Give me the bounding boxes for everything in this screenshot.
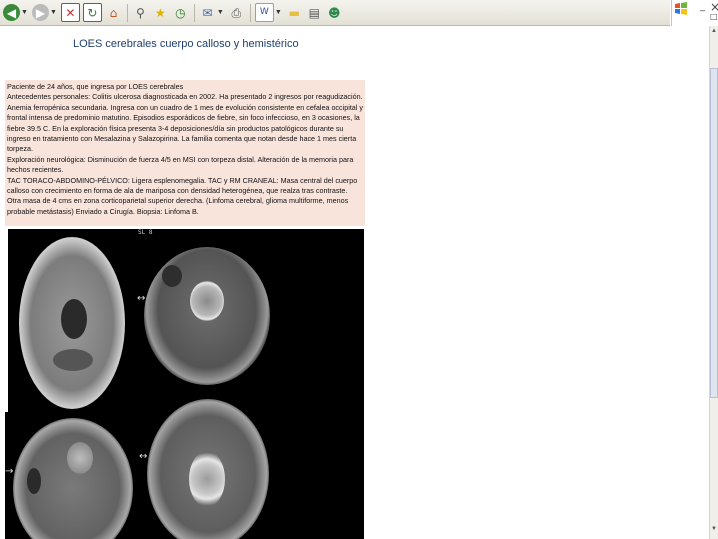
case-description: Paciente de 24 años, que ingresa por LOE… [5, 80, 365, 226]
windows-logo-area: _ × □ [671, 0, 718, 26]
scrollbar-thumb[interactable] [710, 68, 718, 398]
windows-flag-icon [675, 2, 687, 15]
back-icon[interactable]: ◀ [3, 4, 20, 21]
history-icon[interactable]: ◷ [172, 4, 189, 21]
messenger-icon[interactable]: ☻ [326, 4, 343, 21]
stop-icon[interactable]: ✕ [60, 3, 80, 22]
research-icon[interactable]: ▤ [306, 4, 323, 21]
edit-icon[interactable]: W [254, 3, 274, 22]
mail-dropdown-icon[interactable]: ▼ [217, 9, 224, 16]
scroll-up-icon[interactable]: ▲ [710, 28, 718, 38]
case-paragraph: Antecedentes personales: Colitis ulceros… [7, 92, 363, 154]
mri-axial-contrast-scan: → [5, 412, 137, 539]
search-icon[interactable]: ⚲ [132, 4, 149, 21]
back-dropdown-icon[interactable]: ▼ [21, 9, 28, 16]
print-icon[interactable]: ⎙ [228, 4, 245, 21]
case-paragraph: TAC TORACO-ABDOMINO-PÉLVICO: Ligera espl… [7, 175, 358, 216]
browser-toolbar: ◀ ▼ ▶ ▼ ✕ ↻ ⌂ ⚲ ★ ◷ ✉ ▼ ⎙ W ▼ ▬ ▤ ☻ [0, 0, 670, 26]
arrow-marker-icon: ↔ [137, 293, 146, 304]
forward-dropdown-icon[interactable]: ▼ [50, 9, 57, 16]
case-paragraph: Exploración neurológica: Disminución de … [7, 154, 354, 175]
forward-icon[interactable]: ▶ [31, 4, 49, 21]
slide-title: LOES cerebrales cuerpo calloso y hemisté… [73, 38, 299, 50]
favorites-icon[interactable]: ★ [152, 4, 169, 21]
arrow-marker-icon: → [5, 466, 14, 477]
toolbar-separator [249, 3, 251, 22]
toolbar-separator [126, 3, 128, 22]
refresh-icon[interactable]: ↻ [82, 3, 102, 22]
vertical-scrollbar[interactable]: ▲ ▼ [709, 26, 718, 539]
minimize-button[interactable]: _ [700, 1, 705, 12]
scan-label: SL 8 [138, 229, 153, 236]
mri-axial-scan [9, 229, 133, 418]
edit-dropdown-icon[interactable]: ▼ [275, 9, 282, 16]
folder-icon[interactable]: ▬ [286, 4, 303, 21]
mri-coronal-scan: SL 8 ↔ [136, 229, 276, 391]
maximize-button[interactable]: □ [710, 12, 718, 21]
mri-axial-lesion-scan: ↔ [137, 391, 275, 539]
arrow-marker-icon: ↔ [139, 451, 148, 462]
home-icon[interactable]: ⌂ [105, 4, 122, 21]
case-paragraph: Paciente de 24 años, que ingresa por LOE… [7, 82, 184, 91]
scroll-down-icon[interactable]: ▼ [710, 526, 718, 536]
toolbar-separator [193, 3, 195, 22]
mail-icon[interactable]: ✉ [199, 4, 216, 21]
